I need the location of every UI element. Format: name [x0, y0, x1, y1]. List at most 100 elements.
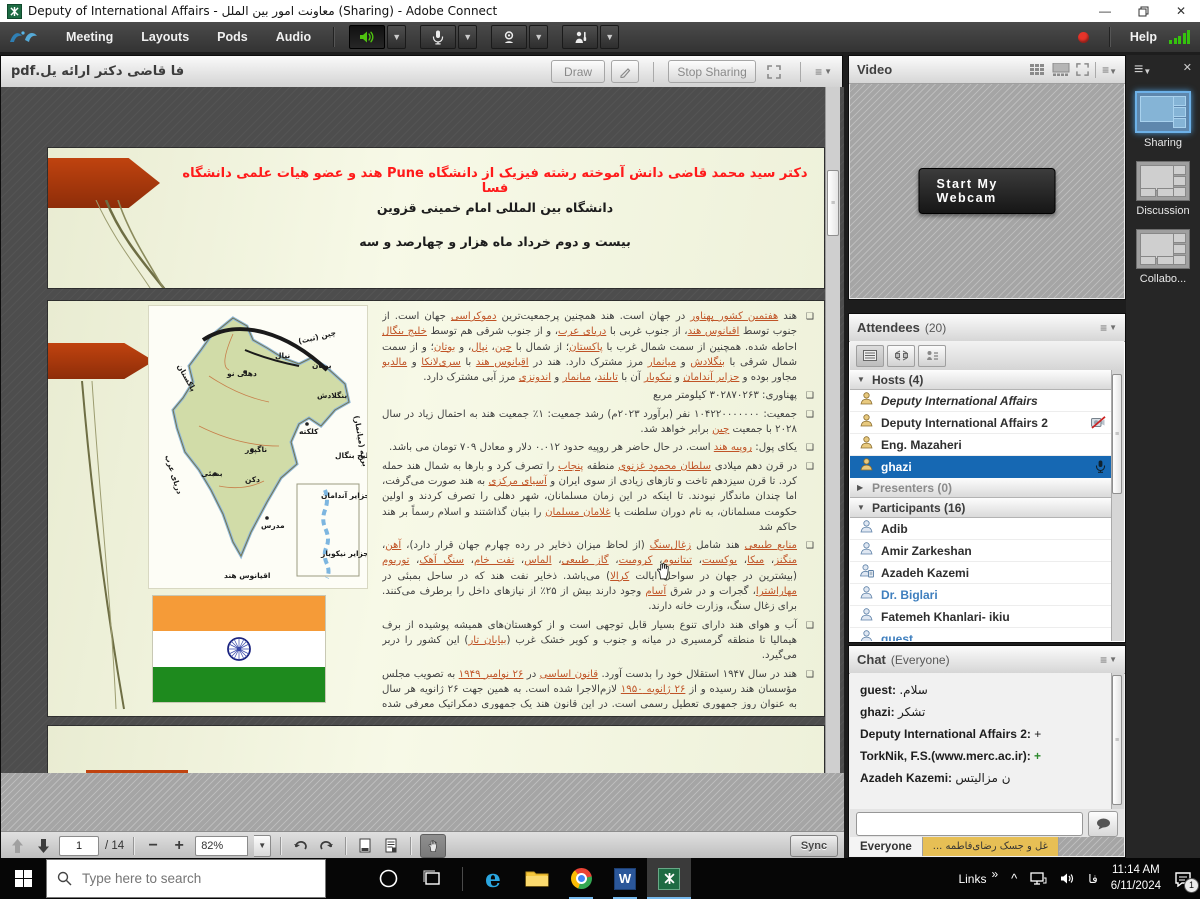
divider	[800, 62, 801, 82]
document-scrollbar[interactable]: ≡	[825, 87, 840, 773]
document-canvas[interactable]: دکتر سید محمد قاضی دانش آموخته رشته فیزی…	[1, 87, 844, 773]
start-webcam-button[interactable]: Start My Webcam	[919, 168, 1056, 214]
file-explorer-icon[interactable]	[515, 858, 559, 899]
layout-sharing[interactable]: Sharing	[1126, 91, 1200, 149]
microphone-button[interactable]	[420, 25, 456, 49]
chevron-right-icon[interactable]: »	[991, 867, 998, 881]
taskbar-search[interactable]	[46, 859, 326, 898]
attendee-row[interactable]: ghazi	[850, 456, 1112, 478]
chat-tab[interactable]: Everyone	[850, 837, 923, 856]
chat-pod-menu-icon[interactable]: ≡▼	[1100, 653, 1117, 667]
network-icon[interactable]	[1030, 870, 1047, 888]
edge-icon[interactable]: e	[471, 858, 515, 899]
grid-view-icon[interactable]	[1030, 61, 1046, 79]
scrollbar-thumb[interactable]: ≡	[1112, 675, 1122, 805]
fullscreen-icon[interactable]	[1076, 61, 1089, 79]
menu-pods[interactable]: Pods	[203, 30, 262, 44]
start-button[interactable]	[0, 858, 46, 899]
attendee-group-presenters[interactable]: ▶ Presenters (0)	[850, 478, 1112, 498]
chat-scrollbar[interactable]: ≡	[1111, 673, 1124, 810]
single-page-view-button[interactable]	[355, 836, 375, 856]
host-icon	[859, 435, 874, 455]
scrollbar-thumb[interactable]: ≡	[1112, 374, 1122, 494]
webcam-button[interactable]	[491, 25, 527, 49]
cortana-button[interactable]	[366, 858, 410, 899]
attendee-row[interactable]: Deputy International Affairs	[850, 390, 1112, 412]
task-view-button[interactable]	[410, 858, 454, 899]
chat-input[interactable]	[856, 812, 1083, 836]
page-down-button[interactable]	[33, 836, 53, 856]
menu-meeting[interactable]: Meeting	[52, 30, 127, 44]
pointer-tool-button[interactable]	[611, 60, 639, 83]
search-input[interactable]	[80, 870, 294, 887]
menu-layouts[interactable]: Layouts	[127, 30, 203, 44]
chat-send-button[interactable]	[1088, 811, 1118, 837]
sync-button[interactable]: Sync	[790, 835, 838, 857]
minimize-button[interactable]: —	[1086, 0, 1124, 22]
share-pod-menu-icon[interactable]: ≡▼	[815, 65, 832, 79]
attendee-breakout-view-button[interactable]	[887, 345, 915, 367]
adobe-connect-taskbar-icon[interactable]	[647, 858, 691, 899]
group-label: Participants (16)	[872, 501, 965, 515]
stop-sharing-button[interactable]: Stop Sharing	[668, 60, 756, 83]
attendee-row[interactable]: Eng. Mazaheri	[850, 434, 1112, 456]
attendee-status-view-button[interactable]	[918, 345, 946, 367]
rotate-right-button[interactable]	[316, 836, 336, 856]
clock[interactable]: 11:14 AM 6/11/2024	[1111, 863, 1161, 894]
speaker-dropdown[interactable]: ▼	[387, 25, 406, 49]
restore-button[interactable]	[1124, 0, 1162, 22]
attendee-list-view-button[interactable]	[856, 345, 884, 367]
divider	[1109, 27, 1110, 47]
scrollbar-thumb[interactable]: ≡	[827, 170, 839, 236]
zoom-out-button[interactable]: −	[143, 836, 163, 856]
draw-button[interactable]: Draw	[551, 60, 605, 83]
zoom-level[interactable]: 82%	[195, 836, 248, 856]
rotate-left-button[interactable]	[290, 836, 310, 856]
close-button[interactable]: ✕	[1162, 0, 1200, 22]
menu-audio[interactable]: Audio	[262, 30, 325, 44]
layout-collabo[interactable]: Collabo...	[1126, 229, 1200, 285]
page-number-input[interactable]	[59, 836, 99, 856]
attendee-row[interactable]: Amir Zarkeshan	[850, 540, 1112, 562]
help-menu[interactable]: Help	[1130, 30, 1157, 44]
zoom-dropdown[interactable]: ▼	[254, 835, 271, 857]
speaker-button[interactable]	[349, 25, 385, 49]
chrome-icon[interactable]	[559, 858, 603, 899]
word-icon[interactable]: W	[603, 858, 647, 899]
attendee-group-hosts[interactable]: ▼ Hosts (4)	[850, 370, 1112, 390]
attendee-name: Deputy International Affairs	[881, 394, 1038, 408]
raise-hand-button[interactable]	[562, 25, 598, 49]
show-hidden-icons[interactable]: ^	[1011, 871, 1017, 886]
chat-tab[interactable]: غل و جسک رضای‌فاطمه ...	[923, 837, 1059, 856]
divider	[333, 27, 334, 47]
continuous-view-button[interactable]	[381, 836, 401, 856]
attendee-row[interactable]: Dr. Biglari	[850, 584, 1112, 606]
attendees-pod-menu-icon[interactable]: ≡▼	[1100, 321, 1117, 335]
webcam-dropdown[interactable]: ▼	[529, 25, 548, 49]
attendee-group-participants[interactable]: ▼ Participants (16)	[850, 498, 1112, 518]
filmstrip-view-icon[interactable]	[1052, 61, 1070, 79]
volume-icon[interactable]	[1060, 870, 1075, 888]
attendee-row[interactable]: Adib	[850, 518, 1112, 540]
attendee-row[interactable]: Azadeh Kazemi	[850, 562, 1112, 584]
attendees-scrollbar[interactable]: ≡	[1111, 370, 1124, 641]
map-label: مدرس	[261, 521, 285, 530]
video-pod-menu-icon[interactable]: ≡▼	[1102, 63, 1117, 77]
layout-discussion[interactable]: Discussion	[1126, 161, 1200, 217]
attendee-row[interactable]: Fatemeh Khanlari- ikiu	[850, 606, 1112, 628]
slide-bullet: ❑پهناوری: ۳۰۲۸۷۰۲۶۳ کیلومتر مربع	[382, 388, 814, 403]
fullscreen-icon[interactable]	[762, 63, 786, 81]
attendee-row[interactable]: Deputy International Affairs 2	[850, 412, 1112, 434]
raise-hand-dropdown[interactable]: ▼	[600, 25, 619, 49]
attendee-row[interactable]: guest	[850, 628, 1112, 641]
hand-tool-button[interactable]	[420, 834, 446, 858]
action-center-icon[interactable]: 1	[1174, 870, 1192, 888]
links-toolbar[interactable]: Links	[958, 872, 986, 886]
zoom-in-button[interactable]: +	[169, 836, 189, 856]
page-up-button[interactable]	[7, 836, 27, 856]
microphone-dropdown[interactable]: ▼	[458, 25, 477, 49]
layout-strip-menu-icon[interactable]: ≡▼	[1134, 61, 1151, 79]
taskbar: e W Links » ^	[0, 858, 1200, 899]
layout-strip-close-icon[interactable]: ✕	[1183, 61, 1192, 79]
language-indicator[interactable]: فا	[1088, 872, 1097, 886]
